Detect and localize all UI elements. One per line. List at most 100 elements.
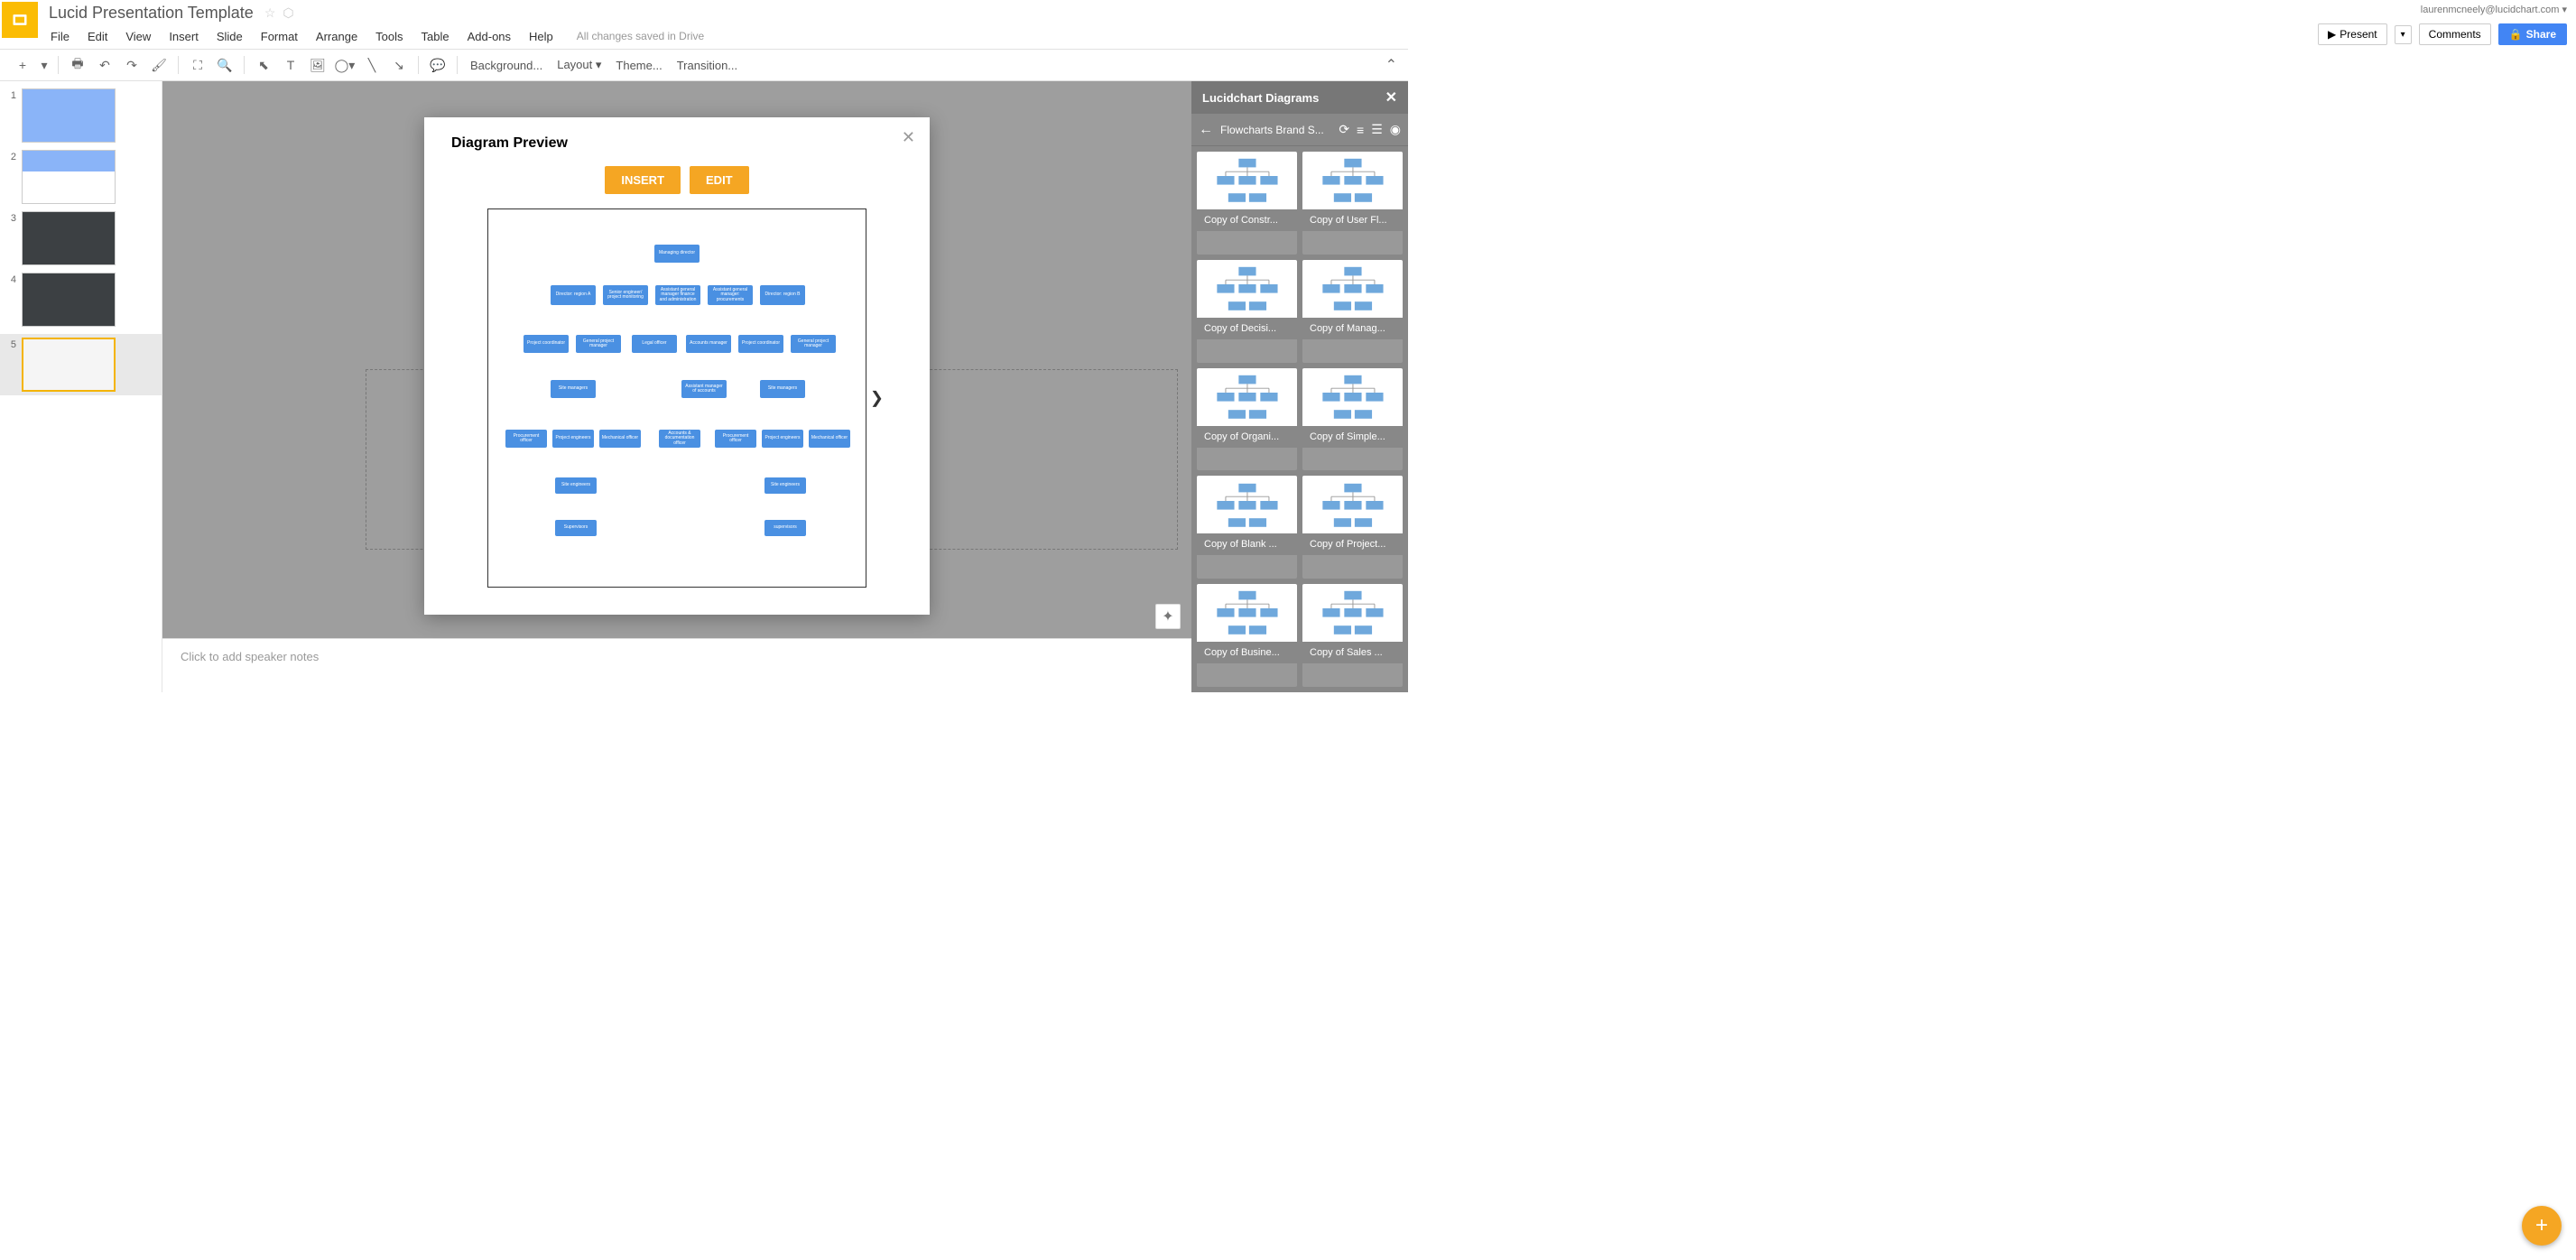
modal-title: Diagram Preview <box>451 135 903 152</box>
diagram-card[interactable]: Copy of Decisi... <box>1197 260 1297 363</box>
close-icon[interactable]: ✕ <box>902 128 915 147</box>
menu-format[interactable]: Format <box>252 26 307 47</box>
org-node: General project manager <box>576 335 621 353</box>
diagram-card[interactable]: Copy of Manag... <box>1302 260 1403 363</box>
diagram-label: Copy of Project... <box>1302 533 1403 555</box>
sort-icon[interactable]: ≡ <box>1357 123 1364 137</box>
diagram-card[interactable]: Copy of Blank ... <box>1197 476 1297 579</box>
fab-add-button[interactable]: + <box>2522 1206 2562 1246</box>
arrow-icon[interactable]: ↘ <box>387 53 411 77</box>
diagram-card[interactable]: Copy of Simple... <box>1302 368 1403 471</box>
undo-icon[interactable]: ↶ <box>93 53 116 77</box>
redo-icon[interactable]: ↷ <box>120 53 144 77</box>
share-button[interactable]: 🔒 Share <box>2498 23 2567 45</box>
star-icon[interactable]: ☆ <box>264 5 276 21</box>
org-node: Procurement officer <box>505 430 547 448</box>
menu-addons[interactable]: Add-ons <box>459 26 520 47</box>
transition-button[interactable]: Transition... <box>672 55 743 76</box>
layout-button[interactable]: Layout ▾ <box>551 54 607 76</box>
diagram-label: Copy of Organi... <box>1197 426 1297 448</box>
toolbar: + ▾ 🖶 ↶ ↷ 🖌 ⛶ 🔍 ⬉ T 🖼 ◯▾ ╲ ↘ 💬 Backgroun… <box>0 49 1408 81</box>
user-email[interactable]: laurenmcneely@lucidchart.com ▾ <box>2421 4 2567 15</box>
slide-number: 4 <box>7 273 22 327</box>
list-icon[interactable]: ☰ <box>1371 122 1383 137</box>
shape-icon[interactable]: ◯▾ <box>333 53 357 77</box>
diagram-card[interactable]: Copy of Busine... <box>1197 584 1297 687</box>
slide-panel: 1 2 3 4 5 <box>0 81 162 692</box>
line-icon[interactable]: ╲ <box>360 53 384 77</box>
slide-thumb-5[interactable] <box>22 338 116 392</box>
new-slide-button[interactable]: + <box>11 53 34 77</box>
diagram-thumbnail <box>1302 584 1403 642</box>
menu-slide[interactable]: Slide <box>208 26 252 47</box>
org-node: Accounts manager <box>686 335 731 353</box>
move-folder-icon[interactable]: ⬡ <box>283 5 293 21</box>
menu-file[interactable]: File <box>42 26 79 47</box>
org-node: supervisors <box>764 520 806 536</box>
diagram-thumbnail <box>1197 152 1297 209</box>
diagram-card[interactable]: Copy of Constr... <box>1197 152 1297 255</box>
document-title[interactable]: Lucid Presentation Template <box>49 4 254 23</box>
slide-number: 1 <box>7 88 22 143</box>
diagram-label: Copy of Constr... <box>1197 209 1297 231</box>
diagram-card[interactable]: Copy of User Fl... <box>1302 152 1403 255</box>
org-node: Assistant manager of accounts <box>681 380 727 398</box>
sidebar-title: Lucidchart Diagrams <box>1202 91 1319 105</box>
lucidchart-sidebar: Lucidchart Diagrams ✕ ← Flowcharts Brand… <box>1191 81 1408 692</box>
collapse-toolbar-icon[interactable]: ⌃ <box>1385 56 1397 74</box>
menu-view[interactable]: View <box>116 26 160 47</box>
comment-icon[interactable]: 💬 <box>426 53 449 77</box>
diagram-card[interactable]: Copy of Sales ... <box>1302 584 1403 687</box>
next-icon[interactable]: ❯ <box>870 389 884 408</box>
background-button[interactable]: Background... <box>465 55 548 76</box>
diagram-card[interactable]: Copy of Project... <box>1302 476 1403 579</box>
present-dropdown[interactable]: ▾ <box>2395 25 2412 44</box>
org-node: Director: region A <box>551 285 596 305</box>
slide-thumb-4[interactable] <box>22 273 116 327</box>
org-node: Senior engineer/ project monitoring <box>603 285 648 305</box>
back-icon[interactable]: ← <box>1199 122 1213 138</box>
org-node: Director: region B <box>760 285 805 305</box>
theme-button[interactable]: Theme... <box>610 55 667 76</box>
menubar: File Edit View Insert Slide Format Arran… <box>0 23 1408 49</box>
present-button[interactable]: ▶ Present <box>2318 23 2387 45</box>
insert-button[interactable]: INSERT <box>605 166 681 194</box>
select-icon[interactable]: ⬉ <box>252 53 275 77</box>
menu-help[interactable]: Help <box>520 26 562 47</box>
speaker-notes[interactable]: Click to add speaker notes <box>162 638 1191 692</box>
menu-tools[interactable]: Tools <box>366 26 412 47</box>
comments-button[interactable]: Comments <box>2419 23 2491 45</box>
zoom-icon[interactable]: 🔍 <box>213 53 236 77</box>
menu-insert[interactable]: Insert <box>160 26 208 47</box>
save-status: All changes saved in Drive <box>577 30 704 42</box>
org-node: Site managers <box>551 380 596 398</box>
image-icon[interactable]: 🖼 <box>306 53 329 77</box>
diagram-card[interactable]: Copy of Organi... <box>1197 368 1297 471</box>
textbox-icon[interactable]: T <box>279 53 302 77</box>
diagram-thumbnail <box>1197 584 1297 642</box>
paint-format-icon[interactable]: 🖌 <box>147 53 171 77</box>
menu-arrange[interactable]: Arrange <box>307 26 366 47</box>
menu-table[interactable]: Table <box>412 26 459 47</box>
org-node: Site managers <box>760 380 805 398</box>
org-node: Mechanical officer <box>599 430 641 448</box>
slide-thumb-3[interactable] <box>22 211 116 265</box>
diagram-preview-modal: ✕ Diagram Preview INSERT EDIT Managing d… <box>424 117 930 615</box>
slide-thumb-2[interactable] <box>22 150 116 204</box>
org-node: General project manager <box>791 335 836 353</box>
close-icon[interactable]: ✕ <box>1385 88 1397 107</box>
new-slide-dropdown[interactable]: ▾ <box>38 53 51 77</box>
edit-button[interactable]: EDIT <box>690 166 749 194</box>
org-node: Assistant general manager: procurements <box>708 285 753 305</box>
refresh-icon[interactable]: ⟳ <box>1339 122 1349 137</box>
org-node: Project coordinator <box>524 335 569 353</box>
diagram-label: Copy of Busine... <box>1197 642 1297 663</box>
folder-name: Flowcharts Brand S... <box>1220 124 1331 136</box>
explore-button[interactable]: ✦ <box>1155 604 1181 629</box>
menu-edit[interactable]: Edit <box>79 26 116 47</box>
account-icon[interactable]: ◉ <box>1390 122 1401 137</box>
slides-logo[interactable] <box>2 2 38 38</box>
slide-thumb-1[interactable] <box>22 88 116 143</box>
zoom-fit-icon[interactable]: ⛶ <box>186 53 209 77</box>
print-icon[interactable]: 🖶 <box>66 53 89 77</box>
